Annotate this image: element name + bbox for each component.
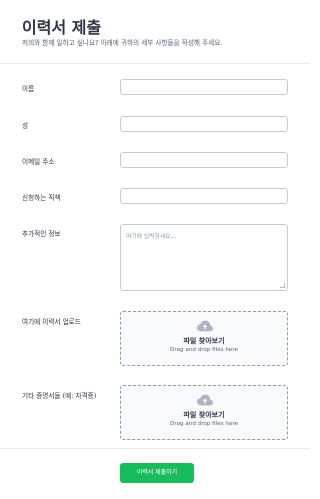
first-name-input[interactable]	[120, 79, 288, 95]
certificates-upload-dropzone[interactable]: 파일 찾아보기 Drag and drop files here	[120, 385, 288, 440]
resume-upload-dropzone[interactable]: 파일 찾아보기 Drag and drop files here	[120, 311, 288, 366]
form-footer: 이력서 제출하기	[0, 448, 310, 499]
email-label: 이메일 주소	[22, 158, 55, 166]
last-name-input[interactable]	[120, 116, 288, 132]
submit-resume-button[interactable]: 이력서 제출하기	[120, 463, 194, 483]
last-name-label: 성	[22, 122, 29, 130]
page-subtitle: 저희와 함께 일하고 싶나요? 아래에 귀하의 세부 사항들을 작성해 주세요.	[22, 39, 223, 47]
position-label: 신청하는 직책	[22, 194, 61, 202]
certificates-upload-label: 기타 증명서들 (예: 자격증)	[22, 392, 97, 400]
resume-drag-drop-hint: Drag and drop files here	[170, 347, 238, 353]
first-name-label: 이름	[22, 85, 35, 93]
form-header: 이력서 제출 저희와 함께 일하고 싶나요? 아래에 귀하의 세부 사항들을 작…	[0, 0, 310, 64]
certificates-drag-drop-hint: Drag and drop files here	[170, 421, 238, 427]
cloud-upload-icon	[197, 394, 213, 406]
resize-handle-icon[interactable]	[280, 283, 285, 288]
position-input[interactable]	[120, 188, 288, 204]
additional-info-textarea[interactable]: 여기에 입력하세요...	[120, 224, 288, 291]
email-input[interactable]	[120, 152, 288, 168]
resume-upload-label: 여기에 이력서 업로드	[22, 318, 81, 326]
additional-info-label: 추가적인 정보	[22, 230, 61, 238]
additional-info-placeholder: 여기에 입력하세요...	[126, 234, 177, 240]
page-title: 이력서 제출	[22, 18, 102, 37]
cloud-upload-icon	[197, 320, 213, 332]
resume-browse-files-label[interactable]: 파일 찾아보기	[121, 336, 287, 346]
certificates-browse-files-label[interactable]: 파일 찾아보기	[121, 410, 287, 420]
